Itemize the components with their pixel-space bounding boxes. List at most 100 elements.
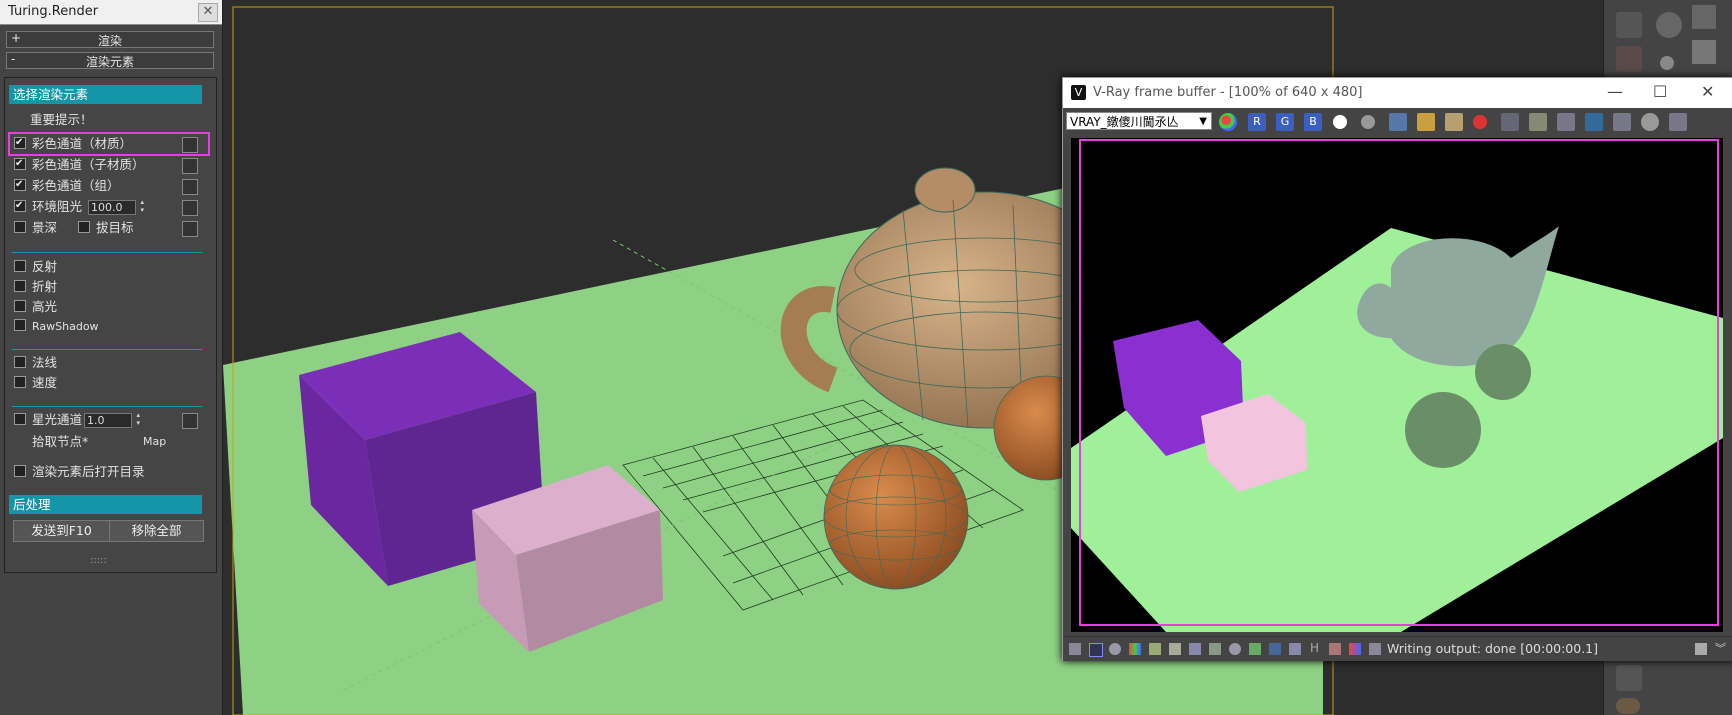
blue-channel-button[interactable]: B xyxy=(1304,113,1322,131)
checkbox-pick-target[interactable] xyxy=(78,221,90,233)
channel-select[interactable]: VRAY_鐓傻川閫氶亾 ▼ xyxy=(1066,112,1212,130)
ocio-icon[interactable] xyxy=(1249,643,1261,655)
item-label: 折射 xyxy=(32,279,58,294)
teapot-lid xyxy=(914,167,976,213)
render-frame-icon[interactable] xyxy=(1616,46,1642,72)
element-row-open-dir[interactable]: 渲染元素后打开目录 xyxy=(14,463,145,481)
divider xyxy=(12,406,202,407)
element-row-color-group[interactable]: 彩色通道（组） xyxy=(14,176,120,195)
panel-toggle-icon[interactable] xyxy=(1695,643,1707,655)
render-icon[interactable] xyxy=(1669,113,1687,131)
checkbox-velocity[interactable] xyxy=(14,376,26,388)
send-to-f10-button[interactable]: 发送到F10 xyxy=(13,520,110,542)
rollout-render-elements[interactable]: - 渲染元素 xyxy=(6,52,214,69)
hf-icon[interactable] xyxy=(1616,665,1642,691)
vertical-compare-icon[interactable] xyxy=(1329,643,1341,655)
compare-icon[interactable] xyxy=(1289,643,1301,655)
histogram-icon[interactable] xyxy=(1189,643,1201,655)
item-label: 高光 xyxy=(32,299,58,314)
render-sphere-back xyxy=(1475,344,1531,400)
element-row-pick-target[interactable]: 拔目标 xyxy=(78,219,134,237)
checkbox-color-group[interactable] xyxy=(14,176,26,194)
section-post-process: 后处理 xyxy=(9,495,202,514)
element-row-star[interactable]: 星光通道 1.0 xyxy=(14,411,140,429)
lens-effects-icon[interactable] xyxy=(1369,643,1381,655)
render-last-icon[interactable] xyxy=(1613,113,1631,131)
color-swatch[interactable] xyxy=(182,413,198,429)
material-icon[interactable] xyxy=(1692,40,1716,64)
green-channel-button[interactable]: G xyxy=(1276,113,1294,131)
clear-icon[interactable] xyxy=(1473,115,1487,129)
teapot-icon[interactable] xyxy=(1616,12,1642,38)
resize-grip[interactable]: ::::: xyxy=(90,552,107,570)
clipboard-icon[interactable] xyxy=(1445,113,1463,131)
pick-node-button[interactable]: 拾取节点* xyxy=(32,433,88,451)
map-button[interactable]: Map xyxy=(143,433,166,451)
element-row-dof[interactable]: 景深 xyxy=(14,219,57,237)
color-correction-icon[interactable] xyxy=(1129,643,1141,655)
vray-frame-buffer-window: V V-Ray frame buffer - [100% of 640 x 48… xyxy=(1062,77,1732,661)
stop-render-icon[interactable] xyxy=(1641,113,1659,131)
ao-spinner[interactable]: 100.0 xyxy=(88,198,144,215)
stamp-icon[interactable] xyxy=(1349,643,1361,655)
element-row-refraction[interactable]: 折射 xyxy=(14,278,57,296)
item-label: 景深 xyxy=(32,220,58,235)
checkbox-reflection[interactable] xyxy=(14,260,26,272)
close-button[interactable]: ✕ xyxy=(1701,82,1714,101)
color-swatch[interactable] xyxy=(182,158,198,174)
checkbox-star[interactable] xyxy=(14,413,26,425)
remove-all-button[interactable]: 移除全部 xyxy=(109,520,204,542)
element-row-normals[interactable]: 法线 xyxy=(14,354,57,372)
checkbox-refraction[interactable] xyxy=(14,280,26,292)
info-icon[interactable] xyxy=(1109,643,1121,655)
element-row-velocity[interactable]: 速度 xyxy=(14,374,57,392)
minimize-button[interactable]: — xyxy=(1607,82,1623,101)
color-swatch[interactable] xyxy=(182,221,198,237)
checkbox-normals[interactable] xyxy=(14,356,26,368)
maximize-button[interactable]: ☐ xyxy=(1653,82,1667,101)
red-channel-button[interactable]: R xyxy=(1248,113,1266,131)
mono-icon[interactable] xyxy=(1361,115,1375,129)
element-row-color-submaterial[interactable]: 彩色通道（子材质） xyxy=(14,155,145,174)
lut-icon[interactable] xyxy=(1229,643,1241,655)
panel-close-icon[interactable]: ✕ xyxy=(198,3,218,22)
curves-icon[interactable] xyxy=(1169,643,1181,655)
rollout-render[interactable]: + 渲染 xyxy=(6,31,214,48)
section-select-elements: 选择渲染元素 xyxy=(9,85,202,104)
element-row-specular[interactable]: 高光 xyxy=(14,298,57,316)
dragon-icon[interactable] xyxy=(1616,698,1640,714)
checkbox-ambient-occlusion[interactable] xyxy=(14,197,26,215)
checkbox-rawshadow[interactable] xyxy=(14,319,26,331)
horizontal-compare-button[interactable]: H xyxy=(1310,641,1319,655)
checkbox-color-submaterial[interactable] xyxy=(14,155,26,173)
item-label: 速度 xyxy=(32,375,58,390)
color-swatch[interactable] xyxy=(182,200,198,216)
levels-icon[interactable] xyxy=(1149,643,1161,655)
duplicate-icon[interactable] xyxy=(1501,113,1519,131)
chevron-down-icon[interactable]: ︾ xyxy=(1715,640,1726,656)
sun-icon[interactable] xyxy=(1692,5,1716,29)
render-setup-icon[interactable] xyxy=(1656,12,1682,38)
load-icon[interactable] xyxy=(1417,113,1435,131)
checkbox-dof[interactable] xyxy=(14,221,26,233)
element-row-rawshadow[interactable]: RawShadow xyxy=(14,318,99,336)
color-swatch[interactable] xyxy=(182,179,198,195)
exposure-icon[interactable] xyxy=(1209,643,1221,655)
render-canvas[interactable] xyxy=(1071,138,1723,632)
vfb-statusbar: H Writing output: done [00:00:00.1] ︾ xyxy=(1063,636,1732,661)
srgb-icon[interactable] xyxy=(1269,643,1281,655)
save-icon[interactable] xyxy=(1389,113,1407,131)
checkbox-open-dir[interactable] xyxy=(14,465,26,477)
teapot-render-icon[interactable] xyxy=(1557,113,1575,131)
track-mouse-icon[interactable] xyxy=(1529,113,1547,131)
element-row-ambient-occlusion[interactable]: 环境阻光 100.0 xyxy=(14,197,144,216)
color-channels-icon[interactable] xyxy=(1219,113,1237,131)
sphere-icon[interactable] xyxy=(1660,56,1674,70)
region-render-icon[interactable] xyxy=(1585,113,1603,131)
element-row-reflection[interactable]: 反射 xyxy=(14,258,57,276)
alpha-white-icon[interactable] xyxy=(1333,115,1347,129)
pixel-info-icon[interactable] xyxy=(1089,643,1103,657)
checkbox-specular[interactable] xyxy=(14,300,26,312)
history-icon[interactable] xyxy=(1069,643,1081,655)
star-spinner[interactable]: 1.0 xyxy=(84,411,140,428)
